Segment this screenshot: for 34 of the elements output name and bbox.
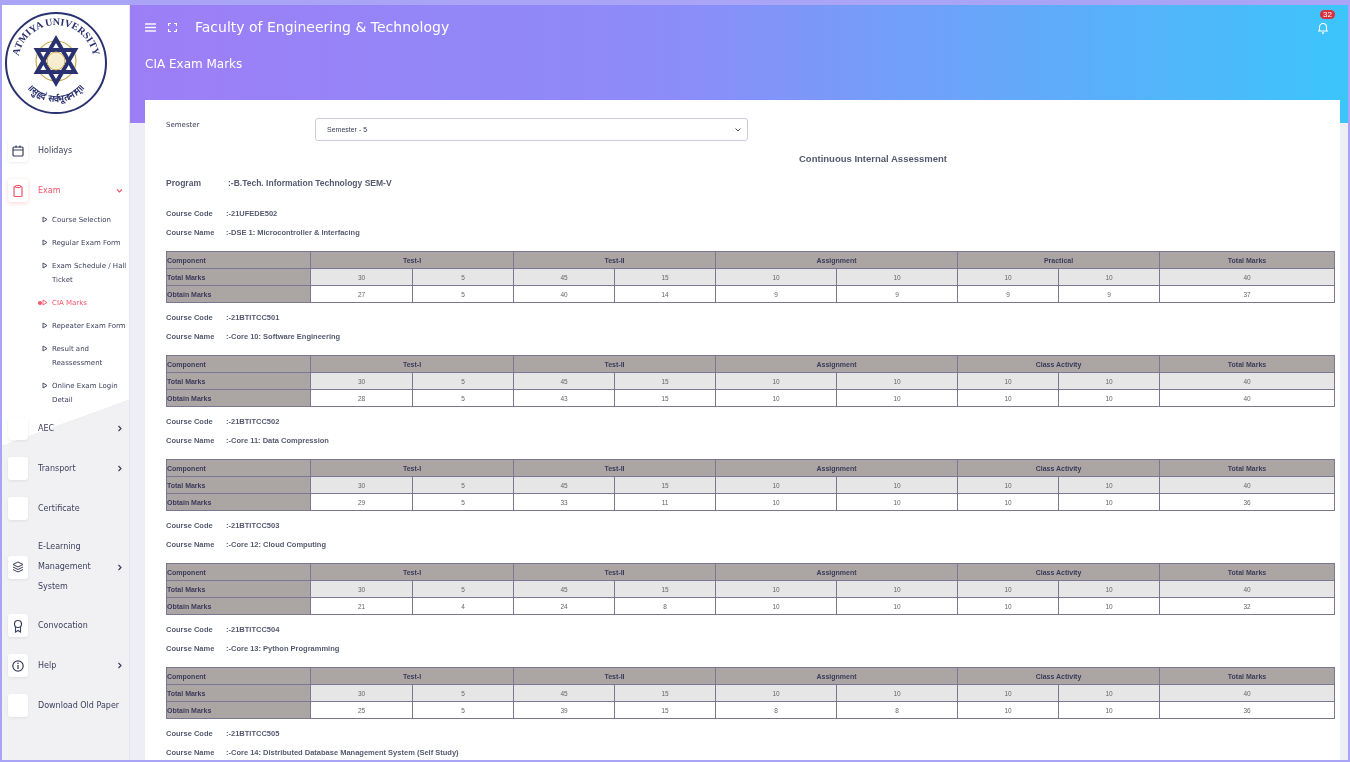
- triangle-icon: [42, 262, 48, 269]
- sidebar-item[interactable]: Help: [2, 650, 129, 681]
- icon-tile: [8, 497, 28, 520]
- triangle-icon: [42, 345, 48, 352]
- triangle-icon: [42, 216, 48, 223]
- fullscreen-icon[interactable]: [168, 22, 177, 32]
- triangle-icon: [42, 239, 48, 246]
- triangle-icon: [42, 322, 48, 329]
- field-label: Program: [166, 178, 202, 188]
- triangle-icon: [42, 299, 48, 306]
- info-icon: [11, 658, 25, 673]
- caret-icon: [735, 127, 741, 132]
- sidebar-item[interactable]: AEC: [2, 413, 129, 444]
- icon-tile: [8, 694, 28, 717]
- icon-tile: [8, 457, 28, 480]
- report-title: Continuous Internal Assessment: [798, 153, 948, 164]
- menu-icon[interactable]: [145, 22, 156, 32]
- icon-tile: [8, 417, 28, 440]
- triangle-icon: [42, 382, 48, 389]
- sidebar-item[interactable]: Certificate: [2, 493, 129, 524]
- bell-icon[interactable]: [1316, 21, 1330, 35]
- sidebar-item[interactable]: Convocation: [2, 610, 129, 641]
- calendar-icon: [11, 143, 25, 158]
- sidebar-item[interactable]: Holidays: [2, 135, 129, 166]
- notification-badge: 32: [1320, 10, 1335, 19]
- sidebar-item[interactable]: Transport: [2, 453, 129, 484]
- field-value: :-B.Tech. Information Technology SEM-V: [228, 178, 392, 188]
- page-title: CIA Exam Marks: [145, 57, 244, 71]
- sidebar-item[interactable]: E-Learning Management System: [2, 533, 129, 601]
- sidebar-item[interactable]: Download Old Paper: [2, 690, 129, 721]
- faculty-title: Faculty of Engineering & Technology: [195, 19, 451, 35]
- clipboard-icon: [11, 183, 25, 198]
- layers-icon: [11, 560, 25, 574]
- award-icon: [11, 618, 25, 633]
